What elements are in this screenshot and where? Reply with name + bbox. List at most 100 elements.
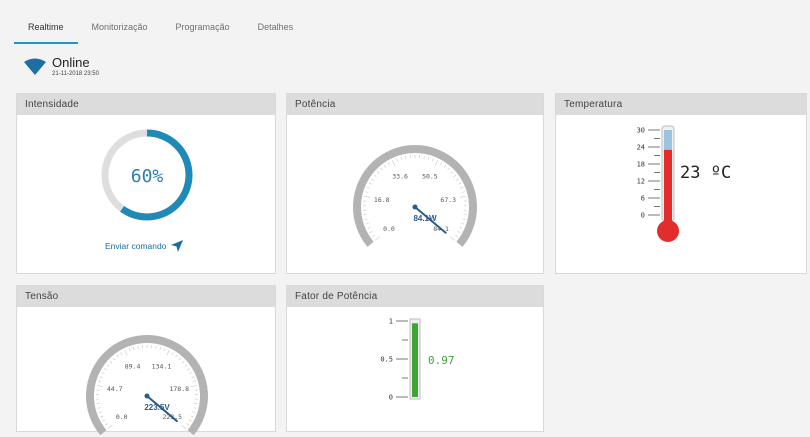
voltage-gauge: 0.044.789.4134.1178.8223.5223.5V	[17, 307, 277, 437]
gauge-tick	[190, 372, 193, 373]
power-gauge: 0.016.833.650.567.384.184.1W	[287, 115, 545, 275]
gauge-tick	[186, 423, 188, 425]
thermometer-bulb	[657, 220, 679, 242]
gauge-tick	[406, 156, 407, 159]
gauge-tick	[463, 219, 466, 220]
send-command-button[interactable]: Enviar comando	[105, 240, 183, 252]
gauge-tick	[368, 227, 371, 228]
gauge-tick	[189, 420, 192, 421]
gauge-tick	[175, 355, 177, 357]
gauge-tick	[98, 408, 101, 409]
gauge-tick	[458, 231, 461, 232]
gauge-tick	[103, 420, 106, 421]
gauge-tick	[167, 350, 170, 355]
gauge-tick	[182, 361, 184, 363]
status-label: Online	[52, 56, 99, 69]
panel-title: Intensidade	[17, 94, 275, 115]
gauge-tick	[456, 179, 459, 181]
thermometer-scale-label: 0	[641, 212, 645, 220]
panel-title: Tensão	[17, 286, 275, 307]
power-factor-scale-label: 1	[389, 318, 393, 326]
thermometer-mercury	[664, 150, 672, 221]
gauge-tick	[107, 365, 109, 367]
gauge-tick	[397, 158, 398, 161]
tab-programacao[interactable]: Programação	[162, 14, 244, 42]
gauge-tick	[110, 361, 112, 363]
tab-monitorizacao[interactable]: Monitorização	[78, 14, 162, 42]
gauge-tick	[108, 425, 113, 429]
power-factor-value: 0.97	[428, 354, 455, 367]
gauge-tick	[458, 183, 461, 184]
gauge-tick	[450, 237, 455, 241]
gauge-tick	[181, 425, 186, 429]
gauge-tick	[460, 196, 466, 197]
intensity-value: 60%	[131, 166, 164, 187]
gauge-tick	[125, 350, 128, 355]
power-factor-fill	[412, 323, 418, 397]
gauge-tick	[105, 423, 107, 425]
thermometer: 3024181260	[556, 115, 808, 275]
gauge-tick	[460, 187, 463, 188]
tab-bar: Realtime Monitorização Programação Detal…	[14, 14, 307, 42]
gauge-tick-label: 178.8	[169, 385, 189, 393]
thermometer-scale-label: 6	[641, 195, 645, 203]
gauge-tick	[372, 235, 374, 237]
gauge-tick	[370, 231, 373, 232]
gauge-tick	[444, 165, 446, 167]
gauge-tick	[428, 157, 429, 160]
gauge-tick	[401, 157, 402, 160]
gauge-tick	[380, 168, 382, 170]
thermometer-scale-label: 18	[637, 161, 645, 169]
power-factor-scale-label: 0	[389, 394, 393, 402]
gauge-tick	[432, 158, 433, 161]
thermometer-empty	[664, 130, 672, 150]
gauge-tick	[187, 368, 190, 370]
gauge-tick	[100, 377, 103, 378]
gauge-tick-label: 0.0	[383, 225, 395, 233]
gauge-tick	[102, 372, 105, 373]
gauge-tick	[192, 412, 195, 413]
gauge-tick	[191, 385, 197, 386]
gauge-tick-label: 134.1	[152, 362, 172, 370]
gauge-readout: 84.1W	[413, 214, 437, 223]
panel-title: Fator de Potência	[287, 286, 543, 307]
gauge-tick	[191, 416, 194, 417]
wifi-icon	[24, 58, 46, 76]
gauge-tick	[365, 219, 368, 220]
gauge-tick-label: 16.8	[374, 196, 390, 204]
gauge-tick	[462, 192, 465, 193]
thermometer-scale-label: 30	[637, 127, 645, 135]
gauge-tick	[164, 348, 165, 351]
thermometer-scale-label: 12	[637, 178, 645, 186]
gauge-tick	[191, 377, 194, 378]
gauge-tick	[138, 346, 139, 349]
gauge-pivot	[145, 394, 150, 399]
gauge-tick	[104, 368, 107, 370]
gauge-tick	[97, 385, 103, 386]
gauge-tick	[133, 347, 134, 350]
gauge-tick	[113, 358, 115, 360]
gauge-tick-label: 89.4	[125, 362, 141, 370]
panel-tensao: Tensão 0.044.789.4134.1178.8223.5223.5V	[16, 285, 276, 432]
gauge-tick	[371, 179, 374, 181]
tab-detalhes[interactable]: Detalhes	[244, 14, 308, 42]
send-command-label: Enviar comando	[105, 241, 166, 251]
gauge-tick-label: 33.6	[392, 172, 408, 180]
gauge-tick	[454, 175, 456, 177]
gauge-tick	[448, 168, 450, 170]
gauge-tick	[117, 355, 119, 357]
gauge-tick	[129, 348, 130, 351]
gauge-tick	[365, 192, 368, 193]
tab-realtime[interactable]: Realtime	[14, 14, 78, 44]
gauge-tick	[172, 352, 174, 355]
intensity-ring: 60%	[17, 115, 277, 235]
gauge-tick	[455, 235, 457, 237]
gauge-tick	[388, 163, 390, 166]
send-icon	[171, 240, 183, 252]
gauge-tick-label: 0.0	[116, 413, 128, 421]
gauge-tick	[424, 156, 425, 159]
gauge-tick	[101, 416, 104, 417]
gauge-readout: 223.5V	[144, 403, 170, 412]
gauge-tick	[435, 160, 438, 165]
status-timestamp: 21-11-2018 23:50	[52, 71, 99, 77]
